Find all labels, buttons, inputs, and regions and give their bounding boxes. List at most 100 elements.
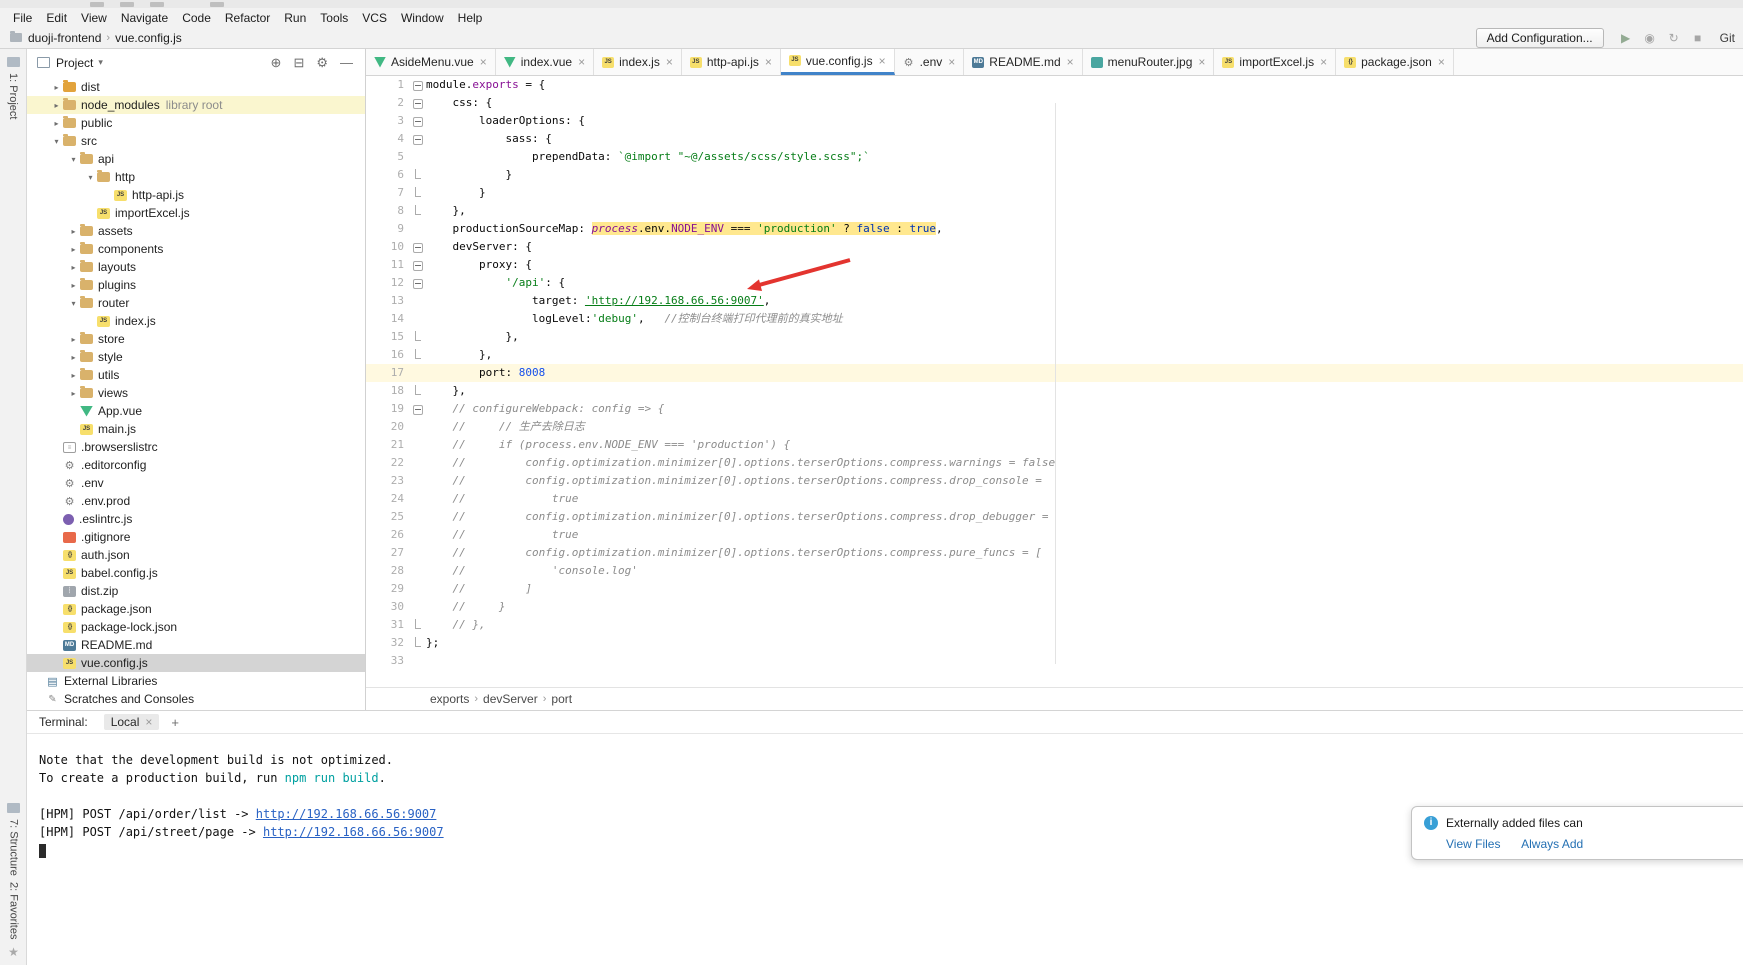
fold-start-icon[interactable]	[410, 274, 426, 292]
close-icon[interactable]: ×	[578, 55, 585, 69]
chevron-collapsed-icon[interactable]: ▸	[67, 227, 80, 236]
locate-file-icon[interactable]: ⊕	[271, 55, 282, 71]
editor-tab-env[interactable]: .env×	[895, 49, 965, 75]
new-terminal-icon[interactable]: +	[171, 715, 179, 730]
tree-item-importexcel-js[interactable]: importExcel.js	[27, 204, 365, 222]
view-files-link[interactable]: View Files	[1446, 837, 1500, 851]
tree-item-package-lock-json[interactable]: package-lock.json	[27, 618, 365, 636]
tree-item-views[interactable]: ▸views	[27, 384, 365, 402]
terminal-link[interactable]: http://192.168.66.56:9007	[263, 825, 444, 839]
tree-item-browserslistrc[interactable]: .browserslistrc	[27, 438, 365, 456]
tree-item-eslintrc-js[interactable]: .eslintrc.js	[27, 510, 365, 528]
close-icon[interactable]: ×	[1438, 55, 1445, 69]
menu-item-code[interactable]: Code	[175, 11, 218, 25]
always-add-link[interactable]: Always Add	[1521, 837, 1583, 851]
fold-start-icon[interactable]	[410, 76, 426, 94]
menu-item-view[interactable]: View	[74, 11, 114, 25]
menu-item-refactor[interactable]: Refactor	[218, 11, 277, 25]
chevron-expanded-icon[interactable]: ▾	[84, 173, 97, 182]
terminal-tab-local[interactable]: Local ×	[104, 714, 160, 730]
fold-start-icon[interactable]	[410, 130, 426, 148]
tree-item-external-libraries[interactable]: External Libraries	[27, 672, 365, 690]
tree-item-layouts[interactable]: ▸layouts	[27, 258, 365, 276]
close-icon[interactable]: ×	[1320, 55, 1327, 69]
tree-item-env[interactable]: .env	[27, 474, 365, 492]
chevron-expanded-icon[interactable]: ▾	[67, 155, 80, 164]
fold-end-icon[interactable]	[410, 328, 426, 346]
menu-item-tools[interactable]: Tools	[313, 11, 355, 25]
tree-item-app-vue[interactable]: App.vue	[27, 402, 365, 420]
tree-item-auth-json[interactable]: auth.json	[27, 546, 365, 564]
project-tool-icon[interactable]	[7, 57, 20, 67]
editor-tab-index-vue[interactable]: index.vue×	[496, 49, 594, 75]
menu-item-run[interactable]: Run	[277, 11, 313, 25]
close-icon[interactable]: ×	[765, 55, 772, 69]
chevron-collapsed-icon[interactable]: ▸	[67, 353, 80, 362]
fold-end-icon[interactable]	[410, 616, 426, 634]
tree-item-plugins[interactable]: ▸plugins	[27, 276, 365, 294]
editor-tab-http-api-js[interactable]: http-api.js×	[682, 49, 781, 75]
close-icon[interactable]: ×	[1198, 55, 1205, 69]
close-icon[interactable]: ×	[666, 55, 673, 69]
chevron-collapsed-icon[interactable]: ▸	[67, 371, 80, 380]
breadcrumb-file[interactable]: vue.config.js	[115, 31, 182, 45]
structure-tool-icon[interactable]	[7, 803, 20, 813]
tree-item-public[interactable]: ▸public	[27, 114, 365, 132]
stripe-favorites-button[interactable]: 2: Favorites	[8, 882, 20, 939]
menu-item-help[interactable]: Help	[451, 11, 490, 25]
tree-item-package-json[interactable]: package.json	[27, 600, 365, 618]
chevron-collapsed-icon[interactable]: ▸	[67, 389, 80, 398]
tree-item-editorconfig[interactable]: .editorconfig	[27, 456, 365, 474]
add-configuration-button[interactable]: Add Configuration...	[1476, 28, 1604, 48]
editor-tab-menurouter-jpg[interactable]: menuRouter.jpg×	[1083, 49, 1215, 75]
tree-item-router[interactable]: ▾router	[27, 294, 365, 312]
chevron-collapsed-icon[interactable]: ▸	[67, 335, 80, 344]
chevron-collapsed-icon[interactable]: ▸	[67, 281, 80, 290]
menu-item-file[interactable]: File	[6, 11, 39, 25]
tree-item-vue-config-js[interactable]: vue.config.js	[27, 654, 365, 672]
close-icon[interactable]: ×	[480, 55, 487, 69]
tree-item-utils[interactable]: ▸utils	[27, 366, 365, 384]
debug-icon[interactable]: ◉	[1640, 31, 1660, 45]
close-icon[interactable]: ×	[879, 54, 886, 68]
close-icon[interactable]: ×	[948, 55, 955, 69]
editor-tab-asidemenu-vue[interactable]: AsideMenu.vue×	[366, 49, 496, 75]
tree-item-api[interactable]: ▾api	[27, 150, 365, 168]
tree-item-components[interactable]: ▸components	[27, 240, 365, 258]
stop-icon[interactable]: ■	[1688, 31, 1708, 45]
profiler-icon[interactable]: ↻	[1664, 31, 1684, 45]
chevron-collapsed-icon[interactable]: ▸	[50, 83, 63, 92]
chevron-expanded-icon[interactable]: ▾	[67, 299, 80, 308]
stripe-structure-button[interactable]: 7: Structure	[8, 819, 20, 876]
chevron-collapsed-icon[interactable]: ▸	[67, 245, 80, 254]
tree-item-assets[interactable]: ▸assets	[27, 222, 365, 240]
editor-tab-vue-config-js[interactable]: vue.config.js×	[781, 49, 895, 75]
tree-item-gitignore[interactable]: .gitignore	[27, 528, 365, 546]
chevron-down-icon[interactable]: ▾	[98, 57, 103, 68]
fold-end-icon[interactable]	[410, 166, 426, 184]
tree-item-dist-zip[interactable]: dist.zip	[27, 582, 365, 600]
tree-item-dist[interactable]: ▸dist	[27, 78, 365, 96]
fold-end-icon[interactable]	[410, 634, 426, 652]
favorites-star-icon[interactable]: ★	[0, 945, 27, 959]
tree-item-scratches-and-consoles[interactable]: Scratches and Consoles	[27, 690, 365, 708]
stripe-project-button[interactable]: 1: Project	[7, 73, 19, 119]
close-icon[interactable]: ×	[1067, 55, 1074, 69]
menu-item-window[interactable]: Window	[394, 11, 451, 25]
project-panel-title[interactable]: Project	[56, 56, 93, 70]
chevron-collapsed-icon[interactable]: ▸	[50, 101, 63, 110]
menu-item-navigate[interactable]: Navigate	[114, 11, 175, 25]
menu-item-edit[interactable]: Edit	[39, 11, 74, 25]
tree-item-node-modules[interactable]: ▸node_moduleslibrary root	[27, 96, 365, 114]
tree-item-babel-config-js[interactable]: babel.config.js	[27, 564, 365, 582]
tree-item-store[interactable]: ▸store	[27, 330, 365, 348]
tree-item-env-prod[interactable]: .env.prod	[27, 492, 365, 510]
fold-end-icon[interactable]	[410, 346, 426, 364]
tree-item-http-api-js[interactable]: http-api.js	[27, 186, 365, 204]
tree-item-style[interactable]: ▸style	[27, 348, 365, 366]
run-icon[interactable]: ▶	[1616, 31, 1636, 45]
menu-item-vcs[interactable]: VCS	[355, 11, 394, 25]
breadcrumb-port[interactable]: port	[551, 692, 572, 706]
tree-item-index-js[interactable]: index.js	[27, 312, 365, 330]
fold-end-icon[interactable]	[410, 382, 426, 400]
